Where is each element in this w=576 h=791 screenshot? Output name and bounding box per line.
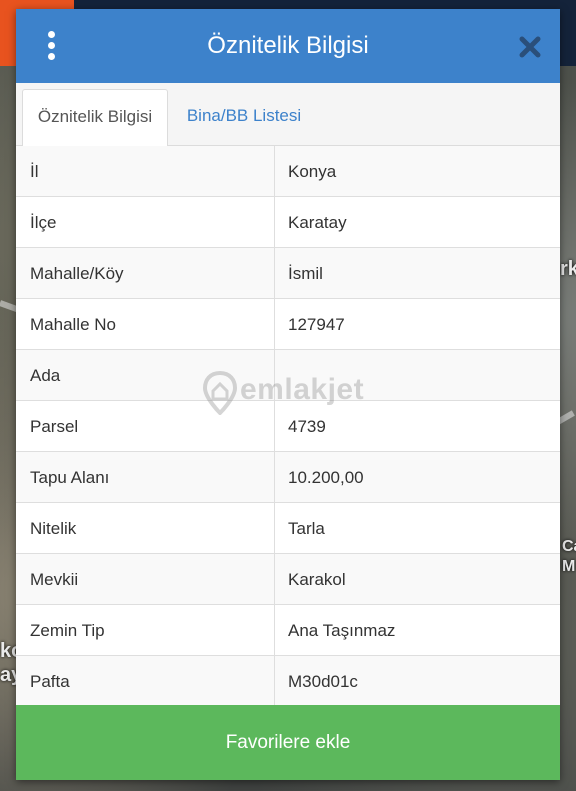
table-row: Zemin Tip Ana Taşınmaz [16,605,560,656]
dialog-header: Öznitelik Bilgisi [16,9,560,83]
column-divider [274,554,275,605]
attribute-dialog: Öznitelik Bilgisi Öznitelik Bilgisi Bina… [16,9,560,780]
row-label: Mevkii [30,570,79,589]
table-row: Pafta M30d01c [16,656,560,707]
row-value: İsmil [288,264,323,283]
row-label: Ada [30,366,61,385]
row-value: 10.200,00 [288,468,364,487]
row-label: Tapu Alanı [30,468,110,487]
column-divider [274,452,275,503]
row-label: Mahalle No [30,315,116,334]
table-row: Mahalle/Köy İsmil [16,248,560,299]
watermark-text: emlakjet [240,373,365,406]
row-label: Nitelik [30,519,77,538]
column-divider [274,248,275,299]
emlakjet-watermark: emlakjet [202,369,382,419]
table-row: Tapu Alanı 10.200,00 [16,452,560,503]
table-row: Mahalle No 127947 [16,299,560,350]
row-label: İl [30,162,39,181]
row-value: Karatay [288,213,347,232]
table-row: Nitelik Tarla [16,503,560,554]
map-label: M [562,558,576,575]
row-label: İlçe [30,213,57,232]
column-divider [274,503,275,554]
row-label: Pafta [30,672,70,691]
table-row: İl Konya [16,146,560,197]
location-pin-icon [202,371,238,415]
table-row: İlçe Karatay [16,197,560,248]
row-value: M30d01c [288,672,358,691]
tab-bar: Öznitelik Bilgisi Bina/BB Listesi [16,83,560,147]
close-icon[interactable] [516,33,544,61]
add-to-favorites-button[interactable]: Favorilere ekle [16,705,560,780]
map-label: rk [560,258,576,280]
column-divider [274,146,275,197]
row-value: Tarla [288,519,325,538]
tab-attribute-info[interactable]: Öznitelik Bilgisi [22,89,168,147]
map-label: Ca [562,538,576,555]
column-divider [274,197,275,248]
column-divider [274,299,275,350]
row-label: Mahalle/Köy [30,264,124,283]
column-divider [274,605,275,656]
row-value: 127947 [288,315,345,334]
column-divider [274,656,275,707]
row-value: Konya [288,162,337,181]
table-row: Mevkii Karakol [16,554,560,605]
row-label: Zemin Tip [30,621,105,640]
row-label: Parsel [30,417,79,436]
tab-building-list[interactable]: Bina/BB Listesi [174,89,314,147]
attribute-table: İl Konya İlçe Karatay Mahalle/Köy İsmil … [16,146,560,707]
dialog-title: Öznitelik Bilgisi [207,32,369,59]
row-value: Ana Taşınmaz [288,621,396,640]
row-value: Karakol [288,570,346,589]
